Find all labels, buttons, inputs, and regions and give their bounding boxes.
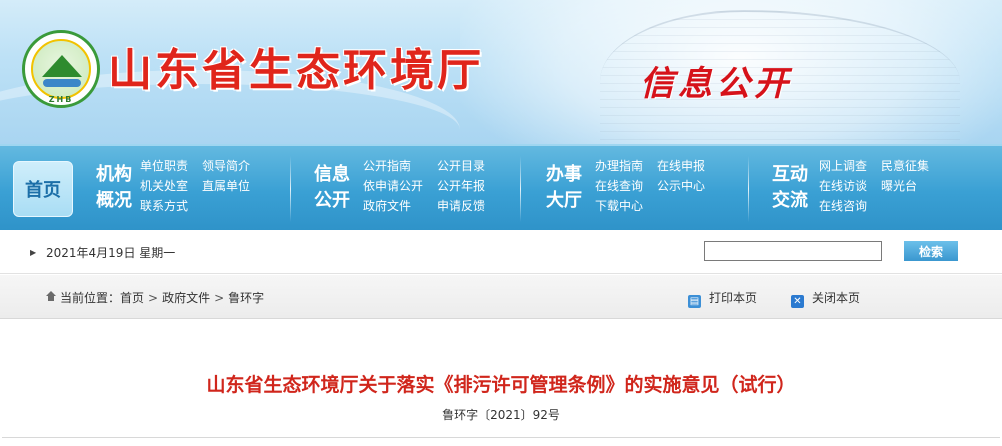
site-title[interactable]: 山东省生态环境厅: [108, 34, 484, 98]
close-page-label: 关闭本页: [812, 291, 861, 305]
breadcrumb-separator: >: [214, 291, 225, 305]
nav-divider: [520, 156, 521, 222]
breadcrumb-bar: 当前位置：首页 > 政府文件 > 鲁环字 ▤ 打印本页 ✕ 关闭本页: [0, 275, 1002, 319]
breadcrumb-separator: >: [148, 291, 159, 305]
nav-link-feedback[interactable]: 申请反馈: [437, 198, 485, 215]
nav-link-contact[interactable]: 联系方式: [140, 198, 188, 215]
breadcrumb-home[interactable]: 首页: [120, 291, 144, 305]
main-nav: 首页 机构概况 单位职责 领导简介 机关处室 直属单位 联系方式 信息公开 公开…: [0, 144, 1002, 230]
site-logo[interactable]: ZHB: [22, 30, 100, 108]
article: 山东省生态环境厅关于落实《排污许可管理条例》的实施意见（试行） 鲁环字〔2021…: [0, 320, 1002, 446]
nav-group-title[interactable]: 互动交流: [768, 162, 812, 214]
nav-link-public-notice[interactable]: 公示中心: [657, 178, 705, 195]
nav-link-downloads[interactable]: 下载中心: [595, 198, 643, 215]
breadcrumb-luhuanzi[interactable]: 鲁环字: [228, 291, 264, 305]
close-icon: ✕: [791, 295, 804, 308]
nav-link-survey[interactable]: 网上调查: [819, 158, 867, 175]
nav-home-button[interactable]: 首页: [13, 161, 73, 217]
nav-link-guide[interactable]: 公开指南: [363, 158, 423, 175]
nav-link-gov-files[interactable]: 政府文件: [363, 198, 423, 215]
nav-group-links: 网上调查 民意征集 在线访谈 曝光台 在线咨询: [819, 158, 929, 215]
article-divider: [2, 437, 1000, 438]
nav-link-leaders[interactable]: 领导简介: [202, 158, 250, 175]
nav-link-exposure[interactable]: 曝光台: [881, 178, 929, 195]
nav-link-opinion[interactable]: 民意征集: [881, 158, 929, 175]
nav-link-online-query[interactable]: 在线查询: [595, 178, 643, 195]
home-icon: [46, 291, 56, 301]
nav-link-departments[interactable]: 机关处室: [140, 178, 188, 195]
current-date: 2021年4月19日 星期一: [46, 246, 176, 260]
logo-text: ZHB: [48, 95, 74, 104]
logo-water-icon: [43, 79, 81, 87]
nav-group-title[interactable]: 办事大厅: [542, 162, 586, 214]
date-search-bar: ▶ 2021年4月19日 星期一 检索: [0, 230, 1002, 274]
section-title: 信息公开: [640, 64, 792, 104]
nav-link-service-guide[interactable]: 办理指南: [595, 158, 643, 175]
search-button[interactable]: 检索: [904, 241, 958, 261]
document-number: 鲁环字〔2021〕92号: [442, 408, 560, 422]
breadcrumb-gov-files[interactable]: 政府文件: [162, 291, 210, 305]
nav-group-links: 公开指南 公开目录 依申请公开 公开年报 政府文件 申请反馈: [363, 158, 485, 215]
print-page-label: 打印本页: [709, 291, 758, 305]
logo-mountain-icon: [42, 55, 82, 77]
nav-link-catalog[interactable]: 公开目录: [437, 158, 485, 175]
date-arrow-icon: ▶: [30, 248, 37, 257]
search-input[interactable]: [704, 241, 882, 261]
nav-group-title[interactable]: 机构概况: [92, 162, 136, 214]
nav-link-annual-report[interactable]: 公开年报: [437, 178, 485, 195]
print-page-button[interactable]: ▤ 打印本页: [688, 289, 757, 308]
article-title: 山东省生态环境厅关于落实《排污许可管理条例》的实施意见（试行）: [206, 374, 796, 396]
nav-link-interview[interactable]: 在线访谈: [819, 178, 867, 195]
breadcrumb: 当前位置：首页 > 政府文件 > 鲁环字: [60, 289, 264, 306]
nav-link-affiliates[interactable]: 直属单位: [202, 178, 250, 195]
nav-link-consult[interactable]: 在线咨询: [819, 198, 867, 215]
nav-link-unit-duties[interactable]: 单位职责: [140, 158, 188, 175]
close-page-button[interactable]: ✕ 关闭本页: [791, 289, 860, 308]
nav-link-request[interactable]: 依申请公开: [363, 178, 423, 195]
nav-group-title[interactable]: 信息公开: [310, 162, 354, 214]
site-banner: ZHB 山东省生态环境厅 信息公开: [0, 0, 1002, 144]
nav-divider: [748, 156, 749, 222]
nav-link-online-apply[interactable]: 在线申报: [657, 158, 705, 175]
nav-divider: [290, 156, 291, 222]
nav-group-links: 单位职责 领导简介 机关处室 直属单位 联系方式: [140, 158, 250, 215]
breadcrumb-prefix: 当前位置：: [60, 291, 121, 305]
nav-group-links: 办理指南 在线申报 在线查询 公示中心 下载中心: [595, 158, 705, 215]
print-icon: ▤: [688, 295, 701, 308]
